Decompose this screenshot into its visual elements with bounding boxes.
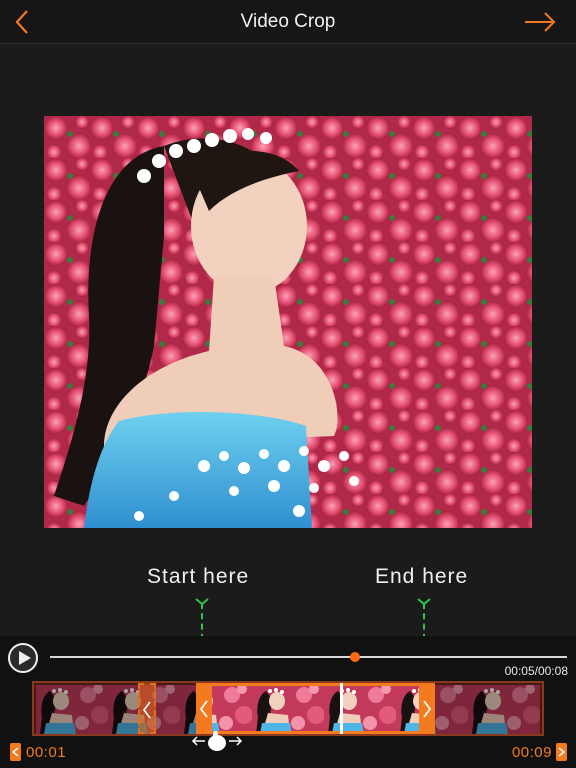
arrow-right-icon [525,12,556,32]
chevron-right-icon [558,747,565,757]
nav-bar: Video Crop [0,0,576,44]
drag-hand-icon [191,731,243,751]
chevron-left-icon [199,700,208,718]
page-title: Video Crop [240,11,336,32]
start-marker-label: Start here [147,565,250,588]
video-preview[interactable] [44,116,532,528]
trimmed-region-left [34,683,196,734]
chevron-right-icon [423,700,432,718]
trim-end-handle[interactable] [419,683,435,734]
play-button[interactable] [8,643,38,673]
start-step-button[interactable] [10,743,21,761]
filmstrip-frame [252,685,324,734]
trim-start-time: 00:01 [26,744,67,761]
video-frame-image [44,116,532,528]
end-marker-label: End here [375,565,469,588]
filmstrip-frame [324,685,396,734]
next-button[interactable] [522,6,558,38]
ghost-handle[interactable] [138,683,156,734]
trim-end-time: 00:09 [511,744,552,761]
time-readout: 00:05/00:08 [504,664,568,678]
progress-thumb[interactable] [350,652,361,662]
progress-track[interactable] [50,656,567,658]
end-step-button[interactable] [556,743,567,761]
trimmed-region-right [435,683,542,734]
playhead[interactable] [340,683,343,734]
trim-start-handle[interactable] [196,683,212,734]
play-icon [19,651,31,665]
chevron-left-icon [12,747,19,757]
filmstrip[interactable] [32,681,544,736]
chevron-left-icon [143,701,151,719]
